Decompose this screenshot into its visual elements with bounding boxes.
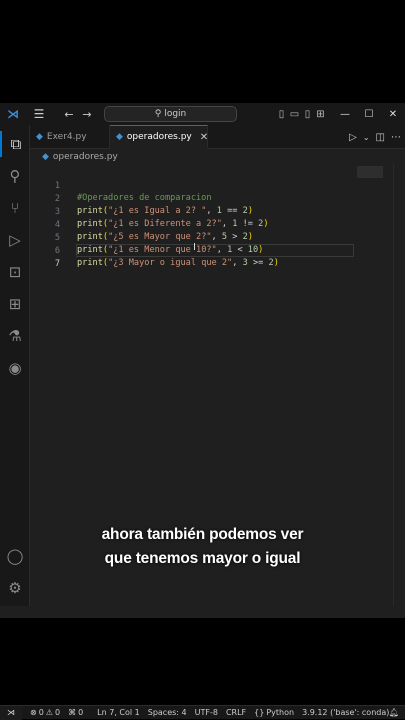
code-line: 1 #Operadores de comparacion (30, 167, 405, 204)
toggle-sidebar-icon[interactable]: ▯ (275, 109, 288, 120)
breadcrumb: ◆ operadores.py (30, 150, 118, 164)
vscode-logo-icon: ⋊ (7, 107, 19, 121)
maximize-button[interactable]: ☐ (357, 109, 381, 120)
back-arrow-icon[interactable]: ← (60, 103, 78, 125)
editor-tabs: ◆ Exer4.py ◆ operadores.py ✕ ▷ ⌄ ◫ ⋯ (30, 125, 405, 149)
line-number: 7 (54, 258, 60, 269)
python-file-icon: ◆ (36, 132, 43, 142)
code-line: 3 print("¿1 es Diferente a 2?", 1 != 2) (30, 193, 405, 230)
notifications-bell-icon[interactable]: 🔔︎ (389, 708, 399, 717)
code-line: 6 print("¿3 Mayor o igual que 2", 3 >= 2… (30, 232, 405, 269)
tab-operadores[interactable]: ◆ operadores.py ✕ (110, 125, 208, 149)
toggle-secondary-sidebar-icon[interactable]: ▯ (301, 109, 314, 120)
run-python-file-icon[interactable]: ▷ (349, 132, 357, 143)
subtitle-line-1: ahora también podemos ver (101, 526, 304, 543)
run-dropdown-chevron-icon[interactable]: ⌄ (363, 133, 370, 142)
error-count: 0 (38, 708, 44, 717)
indentation[interactable]: Spaces: 4 (148, 708, 187, 717)
tab-exer4[interactable]: ◆ Exer4.py (30, 125, 110, 149)
source-control-icon[interactable]: ⑂ (0, 195, 30, 221)
code-line: 5 print("¿1 es Menor que 10?", 1 < 10) (30, 219, 405, 256)
language-mode[interactable]: {} Python (254, 708, 294, 717)
split-editor-icon[interactable]: ◫ (376, 132, 385, 143)
language-label: Python (266, 708, 295, 717)
toggle-panel-icon[interactable]: ▭ (288, 109, 301, 120)
video-subtitle: ahora también podemos ver que tenemos ma… (0, 523, 405, 571)
more-actions-icon[interactable]: ⋯ (391, 132, 401, 143)
cursor-position[interactable]: Ln 7, Col 1 (97, 708, 140, 717)
customize-layout-icon[interactable]: ⊞ (314, 109, 327, 120)
minimize-button[interactable]: — (333, 109, 357, 120)
encoding[interactable]: UTF-8 (195, 708, 218, 717)
code-line: 2 print("¿1 es Igual a 2? ", 1 == 2) (30, 180, 405, 217)
mouse-ibeam-cursor-icon: I (193, 242, 196, 253)
close-tab-icon[interactable]: ✕ (200, 132, 208, 143)
settings-gear-icon[interactable]: ⚙ (0, 575, 30, 601)
search-view-icon[interactable]: ⚲ (0, 163, 30, 189)
forward-arrow-icon[interactable]: → (78, 103, 96, 125)
testing-icon[interactable]: ⚗ (0, 323, 30, 349)
python-interpreter[interactable]: 3.9.12 ('base': conda) (302, 708, 389, 717)
run-debug-icon[interactable]: ▷ (0, 227, 30, 253)
warning-count: 0 (54, 708, 61, 717)
code-text: print("¿3 Mayor o igual que 2", 3 >= 2) (77, 258, 279, 268)
title-bar: ⋊ ☰ ← → ⚲ login ▯ ▭ ▯ ⊞ — ☐ ✕ (0, 103, 405, 125)
close-window-button[interactable]: ✕ (381, 109, 405, 120)
end-of-line[interactable]: CRLF (226, 708, 246, 717)
ports-indicator[interactable]: ⌘ 0 (68, 708, 83, 717)
breadcrumb-file[interactable]: operadores.py (53, 152, 118, 162)
extensions-icon[interactable]: ⊞ (0, 291, 30, 317)
error-icon: ⊗ (30, 708, 37, 717)
search-label: login (164, 109, 187, 119)
menu-icon[interactable]: ☰ (30, 103, 48, 125)
current-line-highlight (76, 244, 354, 257)
warning-icon: ⚠ (45, 708, 53, 717)
search-icon: ⚲ (154, 109, 162, 119)
code-line: 4 print("¿5 es Mayor que 2?", 5 > 2) (30, 206, 405, 243)
problems-indicator[interactable]: ⊗ 0 ⚠ 0 (30, 708, 60, 717)
braces-icon: {} (254, 708, 265, 717)
command-center-search[interactable]: ⚲ login (104, 106, 237, 122)
remote-explorer-icon[interactable]: ⊡ (0, 259, 30, 285)
edge-devtools-icon[interactable]: ◉ (0, 355, 30, 381)
remote-indicator-icon[interactable]: ⋊ (0, 705, 22, 720)
ports-count: 0 (78, 708, 84, 717)
python-file-icon: ◆ (42, 152, 49, 162)
python-file-icon: ◆ (116, 132, 123, 142)
explorer-icon[interactable]: ⧉ (0, 131, 30, 157)
subtitle-line-2: que tenemos mayor o igual (104, 550, 301, 567)
ports-icon: ⌘ (68, 708, 77, 717)
tab-label: operadores.py (126, 132, 192, 142)
status-bar: ⋊ ⊗ 0 ⚠ 0 ⌘ 0 Ln 7, Col 1 Spaces: 4 UTF-… (0, 705, 405, 720)
tab-label: Exer4.py (46, 132, 87, 142)
